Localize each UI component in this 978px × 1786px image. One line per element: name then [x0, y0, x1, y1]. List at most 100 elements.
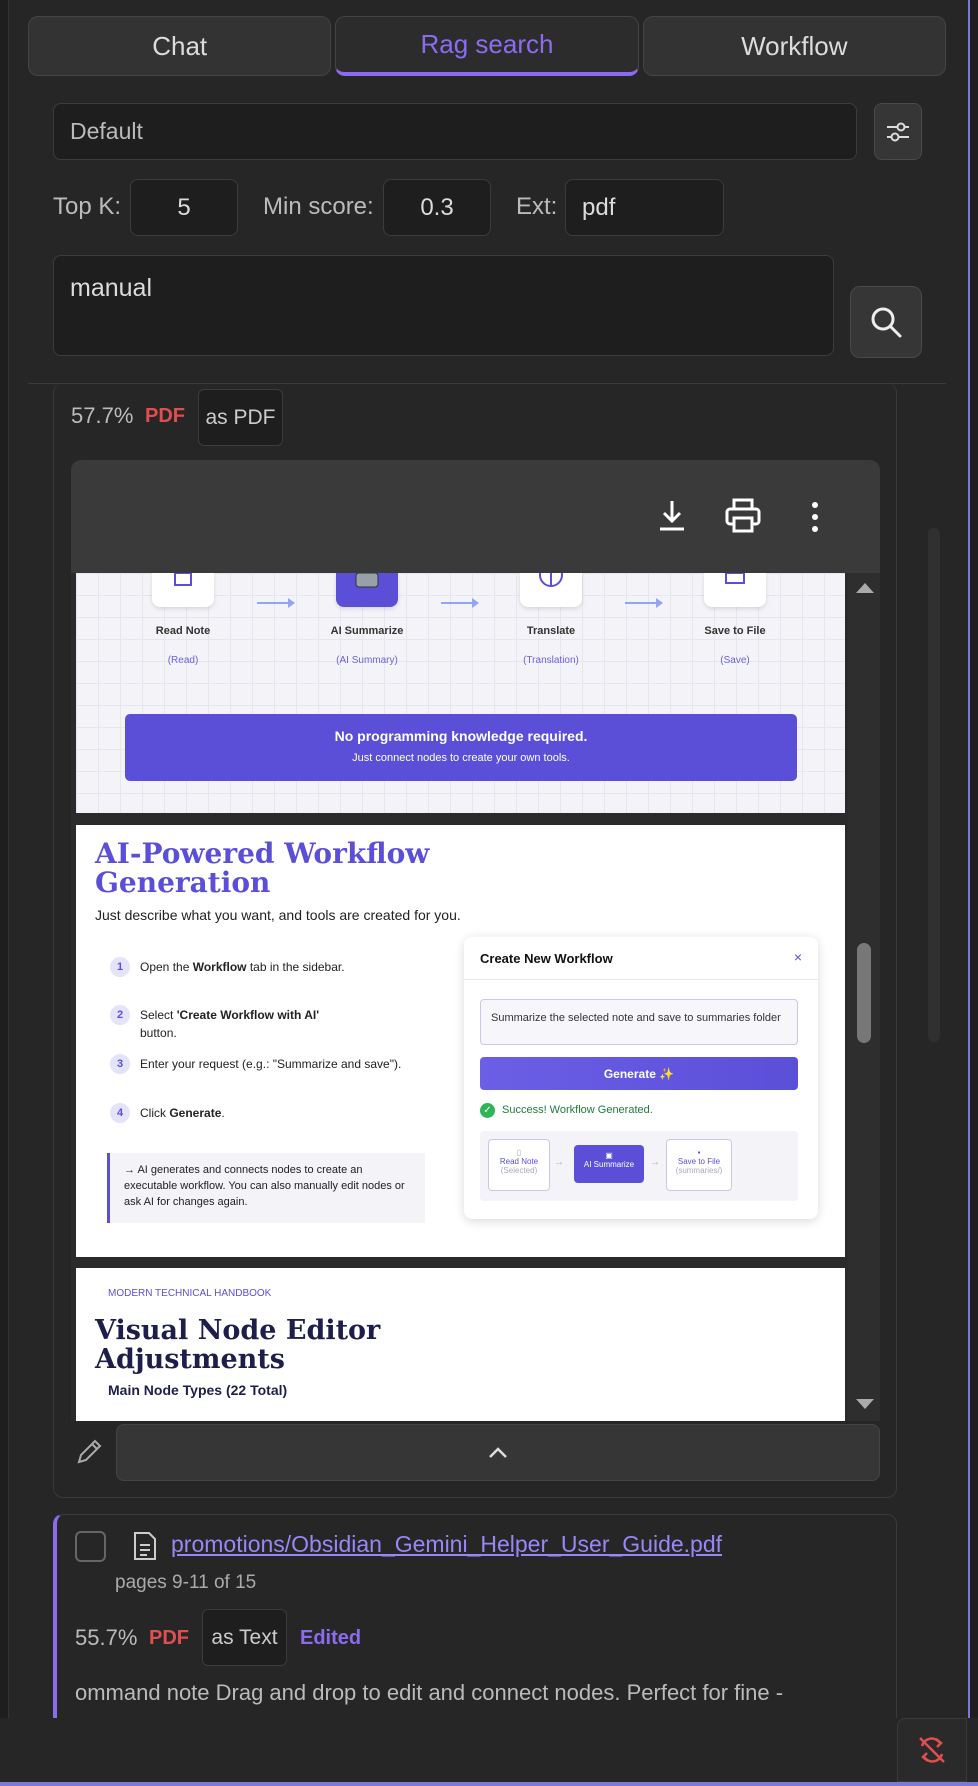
sync-off-icon [919, 1737, 945, 1763]
dialog-divider [464, 979, 818, 980]
flow-node-title: Translate [526, 625, 576, 637]
pdf-scrollbar[interactable] [848, 573, 880, 1421]
note-icon [174, 573, 192, 586]
scroll-up-arrow[interactable] [856, 583, 874, 593]
mini-flow: ▯ Read Note (Selected) → ▣ AI Summarize … [480, 1131, 798, 1201]
flow-node-sub: (AI Summary) [336, 655, 398, 666]
globe-icon [539, 573, 563, 587]
page3-subtitle: Main Node Types (22 Total) [108, 1382, 288, 1398]
step-number: 2 [110, 1005, 130, 1025]
step-text: Enter your request (e.g.: "Summarize and… [140, 1057, 402, 1071]
mini-arrow: → [650, 1157, 660, 1168]
check-circle-icon: ✓ [480, 1103, 495, 1118]
bottom-edge [0, 1782, 978, 1786]
result2-snippet: ommand note Drag and drop to edit and co… [75, 1680, 784, 1705]
robot-icon: ▣ [605, 1151, 613, 1160]
pdf-viewport[interactable]: Read Note (Read) AI Summarize (AI Summar… [71, 573, 880, 1421]
dialog-success: Success! Workflow Generated. [502, 1104, 653, 1116]
step-text: Open the Workflow tab in the sidebar. [140, 960, 345, 974]
flow-node-translate-box [520, 573, 582, 607]
flow-node-save-box [704, 573, 766, 607]
result2-view-mode-button[interactable]: as Text [202, 1609, 287, 1666]
flow-node-sub: (Save) [720, 655, 750, 666]
edited-badge: Edited [300, 1627, 362, 1649]
mini-node-title: AI Summarize [583, 1160, 635, 1169]
flow-arrow [441, 598, 479, 608]
download-icon [660, 501, 684, 531]
flow-node-title: AI Summarize [330, 625, 404, 637]
flow-arrow [257, 598, 295, 608]
page2-subtitle: Just describe what you want, and tools a… [95, 907, 461, 923]
file-icon [132, 1531, 158, 1561]
panel-scrollbar[interactable] [928, 528, 940, 1042]
step-text: Select 'Create Workflow with AI' [140, 1008, 320, 1022]
mini-node-sub: (Selected) [500, 1166, 538, 1175]
result1-score: 57.7% [71, 403, 134, 428]
save-icon [725, 573, 745, 584]
topk-input[interactable]: 5 [130, 179, 238, 236]
pdf-page-1: Read Note (Read) AI Summarize (AI Summar… [76, 573, 845, 813]
step-number: 3 [110, 1054, 130, 1074]
query-input[interactable]: manual [53, 255, 834, 356]
dialog-title: Create New Workflow [480, 951, 613, 966]
step-text-cont: button. [140, 1026, 177, 1040]
ext-input[interactable]: pdf [565, 179, 724, 236]
print-icon [725, 498, 761, 533]
tab-workflow[interactable]: Workflow [642, 16, 946, 76]
mini-node-title: Save to File [677, 1157, 721, 1166]
print-button[interactable] [724, 497, 762, 535]
sync-status-button[interactable] [897, 1718, 967, 1782]
mini-node: ▪ Save to File (summaries/) [666, 1139, 732, 1191]
flow-node-title: Read Note [155, 625, 211, 637]
edit-button[interactable] [73, 1436, 105, 1468]
result2-score: 55.7% [75, 1625, 138, 1650]
step-number: 4 [110, 1103, 130, 1123]
pdf-page-2: AI-Powered Workflow Generation Just desc… [76, 825, 845, 1257]
result2-type-badge: PDF [149, 1627, 189, 1649]
dialog-mockup: Create New Workflow × Summarize the sele… [464, 937, 818, 1219]
page3-title-line1: Visual Node Editor [95, 1315, 381, 1346]
step-number: 1 [110, 957, 130, 977]
more-button[interactable] [803, 500, 827, 534]
result2-checkbox[interactable] [75, 1531, 106, 1562]
ext-label: Ext: [516, 193, 558, 220]
download-button[interactable] [655, 498, 689, 534]
dialog-input: Summarize the selected note and save to … [480, 999, 798, 1045]
mini-arrow: → [554, 1157, 564, 1168]
flow-node-ai-box [336, 573, 398, 607]
page2-title-line1: AI-Powered Workflow [95, 837, 430, 870]
flow-node-title: Save to File [704, 625, 766, 637]
minscore-label: Min score: [263, 193, 374, 220]
close-icon: × [793, 949, 802, 965]
page2-title: AI-Powered Workflow Generation [95, 839, 429, 897]
chevron-up-icon [489, 1446, 507, 1458]
note-icon: ▯ [516, 1148, 522, 1157]
robot-icon [355, 573, 379, 588]
step-text: Click Generate. [140, 1106, 225, 1120]
mini-node-sub: (summaries/) [675, 1166, 723, 1175]
pdf-page-3: MODERN TECHNICAL HANDBOOK Visual Node Ed… [76, 1268, 845, 1421]
page3-title-line2: Adjustments [95, 1344, 285, 1375]
tab-chat[interactable]: Chat [28, 16, 332, 76]
mini-node: ▣ AI Summarize [574, 1145, 644, 1183]
scroll-down-arrow[interactable] [856, 1399, 874, 1409]
page3-title: Visual Node Editor Adjustments [95, 1316, 380, 1374]
tab-rag-search[interactable]: Rag search [335, 16, 639, 76]
result1-type-badge: PDF [145, 405, 185, 427]
result2-file-link[interactable]: promotions/Obsidian_Gemini_Helper_User_G… [171, 1531, 722, 1558]
tab-bar: Chat Rag search Workflow [28, 16, 946, 76]
bottom-area [0, 1718, 978, 1786]
page3-kicker: MODERN TECHNICAL HANDBOOK [108, 1288, 272, 1299]
settings-button[interactable] [874, 103, 922, 160]
flow-node-read-box [152, 573, 214, 607]
store-select[interactable]: Default [53, 103, 857, 160]
scroll-thumb[interactable] [857, 943, 871, 1043]
dialog-generate-button: Generate ✨ [480, 1057, 798, 1090]
flow-node-sub: (Translation) [523, 655, 579, 666]
sliders-icon [887, 122, 909, 141]
search-button[interactable] [850, 286, 922, 358]
banner: No programming knowledge required. Just … [125, 714, 797, 781]
minscore-input[interactable]: 0.3 [383, 179, 491, 236]
result1-view-mode-button[interactable]: as PDF [198, 389, 283, 446]
collapse-button[interactable] [116, 1424, 880, 1481]
